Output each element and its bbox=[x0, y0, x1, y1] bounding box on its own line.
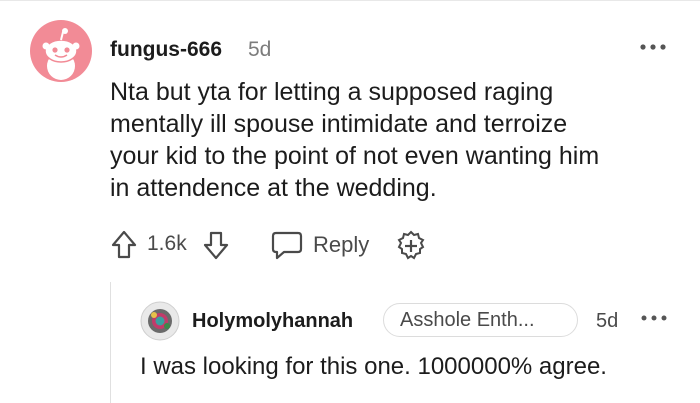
comment-body-line: mentally ill spouse intimidate and terro… bbox=[110, 110, 568, 138]
comment-body: Nta but yta for letting a supposed ragin… bbox=[110, 76, 670, 204]
more-options-icon[interactable] bbox=[639, 40, 667, 52]
comment-age: 5d bbox=[248, 38, 272, 61]
top-divider bbox=[0, 0, 700, 1]
reply-body: I was looking for this one. 1000000% agr… bbox=[140, 353, 607, 380]
comment-body-line: Nta but yta for letting a supposed ragin… bbox=[110, 78, 554, 106]
comment-author[interactable]: fungus-666 bbox=[110, 38, 222, 62]
comment-body-line: your kid to the point of not even wantin… bbox=[110, 142, 600, 170]
vote-score: 1.6k bbox=[147, 232, 187, 255]
avatar[interactable] bbox=[30, 20, 92, 82]
user-flair: Asshole Enth... bbox=[383, 303, 578, 337]
reply-author[interactable]: Holymolyhannah bbox=[192, 310, 353, 333]
reply-button[interactable]: Reply bbox=[270, 228, 380, 262]
user-avatar-icon bbox=[140, 301, 180, 341]
upvote-icon[interactable] bbox=[110, 228, 138, 262]
comment-body-line: in attendence at the wedding. bbox=[110, 174, 437, 202]
snoo-avatar-icon bbox=[42, 28, 80, 80]
downvote-icon[interactable] bbox=[202, 228, 230, 262]
reply-age: 5d bbox=[596, 310, 619, 332]
more-options-icon[interactable] bbox=[641, 311, 667, 323]
award-icon[interactable] bbox=[395, 230, 427, 262]
reply-avatar[interactable] bbox=[140, 301, 180, 341]
reply-label: Reply bbox=[313, 232, 370, 257]
thread-line[interactable] bbox=[110, 282, 111, 403]
comment-bubble-icon bbox=[271, 231, 303, 260]
